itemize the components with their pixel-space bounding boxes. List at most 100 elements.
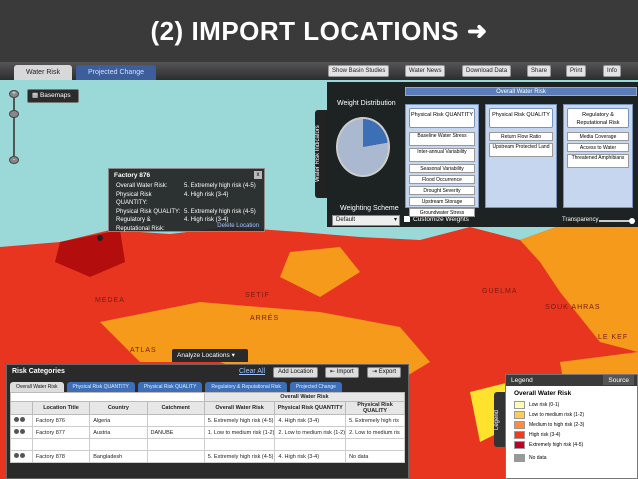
indicator-baseline-water-stress[interactable]: Baseline Water Stress	[409, 132, 475, 146]
import-button[interactable]: ⇤ Import	[325, 367, 359, 378]
indicator-upstream-storage[interactable]: Upstream Storage	[409, 197, 475, 206]
delete-location-link[interactable]: Delete Location	[217, 223, 259, 229]
share-button[interactable]: Share	[527, 65, 552, 77]
zoom-in-icon[interactable]: +	[9, 90, 19, 98]
row-icons	[10, 438, 33, 451]
customize-weights-checkbox[interactable]: Customize Weights	[404, 216, 469, 223]
cell-quality: 2. Low to medium ris	[345, 426, 405, 439]
cell-overall	[203, 438, 276, 451]
cell-title: Factory 876	[31, 414, 91, 427]
cell-country: Austria	[89, 426, 148, 439]
indicator-return-flow-ratio[interactable]: Return Flow Ratio	[489, 132, 553, 141]
table-row[interactable]: Factory 877 Austria DANUBE 1. Low to med…	[10, 426, 405, 439]
row-icons[interactable]	[10, 426, 33, 439]
cell-quality	[345, 438, 405, 451]
right-arrow-icon: ➜	[466, 17, 488, 45]
col-header[interactable]: Physical Risk QUALITY	[345, 401, 405, 415]
indicator-inter-annual-variability[interactable]: Inter-annual Variability	[409, 148, 475, 162]
indicator-label: Media Coverage	[579, 134, 617, 140]
transparency-slider[interactable]	[599, 218, 635, 224]
weighting-scheme-label: Weighting Scheme	[340, 205, 399, 212]
view-icon[interactable]	[14, 453, 19, 458]
indicator-seasonal-variability[interactable]: Seasonal Variability	[409, 164, 475, 173]
location-popup: x Factory 876 Overall Water Risk: 5. Extr…	[108, 168, 265, 232]
col-header[interactable]: Physical Risk QUANTITY	[274, 401, 347, 415]
indicator-threatened-amphibians[interactable]: Threatened Amphibians	[567, 154, 629, 168]
category-regulatory[interactable]: Regulatory & Reputational Risk	[567, 108, 629, 128]
add-location-button[interactable]: Add Location	[273, 367, 319, 378]
indicator-flood-occurrence[interactable]: Flood Occurrence	[409, 175, 475, 184]
view-icon[interactable]	[14, 429, 19, 434]
print-button[interactable]: Print	[566, 65, 587, 77]
quality-column: Physical Risk QUALITY Return Flow Ratio …	[485, 104, 557, 208]
zoom-slider[interactable]: + -	[9, 90, 19, 165]
import-icon: ⇤	[330, 369, 337, 375]
weighting-scheme-select[interactable]: Default ▾	[332, 215, 400, 226]
locations-table: Overall Water Risk Location Title Countr…	[10, 392, 406, 463]
tab-projected-change[interactable]: Projected Change	[75, 65, 157, 80]
place-label: MEDEA	[95, 297, 125, 304]
slider-handle[interactable]	[629, 218, 635, 224]
legend-swatch	[514, 440, 525, 449]
edit-icon[interactable]	[20, 417, 25, 422]
subtab-regulatory[interactable]: Regulatory & Reputational Risk	[205, 382, 287, 392]
table-row[interactable]: Factory 876 Algeria 5. Extremely high ri…	[10, 414, 405, 427]
category-quality[interactable]: Physical Risk QUALITY	[489, 108, 553, 128]
factory-marker	[97, 235, 103, 241]
export-button[interactable]: ⇥ Export	[367, 367, 402, 378]
indicator-label: Upstream Protected Land	[492, 144, 550, 150]
download-data-button[interactable]: Download Data	[462, 65, 512, 77]
zoom-out-icon[interactable]: -	[9, 156, 19, 164]
close-icon[interactable]: x	[254, 171, 262, 179]
category-quantity[interactable]: Physical Risk QUANTITY	[409, 108, 475, 128]
risk-subtabs: Overall Water Risk Physical Risk QUANTIT…	[10, 382, 345, 392]
weighting-scheme-value: Default	[336, 217, 356, 223]
col-header[interactable]: Country	[89, 401, 148, 415]
checkbox-icon	[404, 216, 410, 223]
edit-icon[interactable]	[20, 429, 25, 434]
water-risk-indicators-tab[interactable]: Water Risk Indicators	[315, 110, 327, 198]
subtab-projected[interactable]: Projected Change	[289, 382, 342, 392]
indicator-media-coverage[interactable]: Media Coverage	[567, 132, 629, 141]
subtab-quantity[interactable]: Physical Risk QUANTITY	[66, 382, 135, 392]
view-icon[interactable]	[14, 417, 19, 422]
popup-key: Overall Water Risk:	[116, 183, 168, 189]
edit-icon[interactable]	[20, 453, 25, 458]
indicator-upstream-protected-land[interactable]: Upstream Protected Land	[489, 143, 553, 157]
cell-title	[31, 438, 91, 451]
source-button[interactable]: Source	[603, 375, 634, 385]
subtab-quality[interactable]: Physical Risk QUALITY	[137, 382, 203, 392]
info-button[interactable]: Info	[603, 65, 622, 77]
indicator-access-to-water[interactable]: Access to Water	[567, 143, 629, 152]
tab-water-risk[interactable]: Water Risk	[14, 65, 72, 80]
category-label: Regulatory & Reputational Risk	[576, 112, 620, 126]
customize-weights-label: Customize Weights	[413, 216, 469, 223]
water-news-button[interactable]: Water News	[405, 65, 446, 77]
col-header[interactable]: Location Title	[31, 401, 91, 415]
analyze-locations-tab[interactable]: Analyze Locations ▾	[172, 349, 248, 362]
col-header[interactable]: Overall Water Risk	[203, 401, 276, 415]
subtab-overall[interactable]: Overall Water Risk	[10, 382, 64, 392]
legend-swatch	[514, 400, 525, 409]
legend-item: Low risk (0-1)	[514, 400, 637, 409]
legend-label: High risk (3-4)	[529, 431, 561, 438]
import-label: Import	[336, 369, 354, 375]
table-row[interactable]: Factory 878 Bangladesh 5. Extremely high…	[10, 450, 405, 463]
zoom-handle[interactable]	[9, 110, 19, 118]
basemaps-button[interactable]: ▦ Basemaps	[27, 89, 79, 103]
zoom-track	[13, 98, 15, 156]
cell-catchment	[146, 450, 205, 463]
cell-quality: No data	[345, 450, 405, 463]
row-icons[interactable]	[10, 414, 33, 427]
show-basin-studies-button[interactable]: Show Basin Studies	[328, 65, 390, 77]
table-row[interactable]	[10, 438, 405, 451]
legend-tab[interactable]: Legend	[494, 392, 505, 447]
indicator-drought-severity[interactable]: Drought Severity	[409, 186, 475, 195]
col-header[interactable]: Catchment	[146, 401, 205, 415]
cell-catchment: DANUBE	[146, 426, 205, 439]
clear-all-link[interactable]: Clear All	[239, 368, 265, 375]
indicator-groundwater-stress[interactable]: Groundwater Stress	[409, 208, 475, 217]
row-icons[interactable]	[10, 450, 33, 463]
legend-header: Legend Source	[506, 375, 637, 386]
indicator-label: Baseline Water Stress	[417, 133, 467, 139]
